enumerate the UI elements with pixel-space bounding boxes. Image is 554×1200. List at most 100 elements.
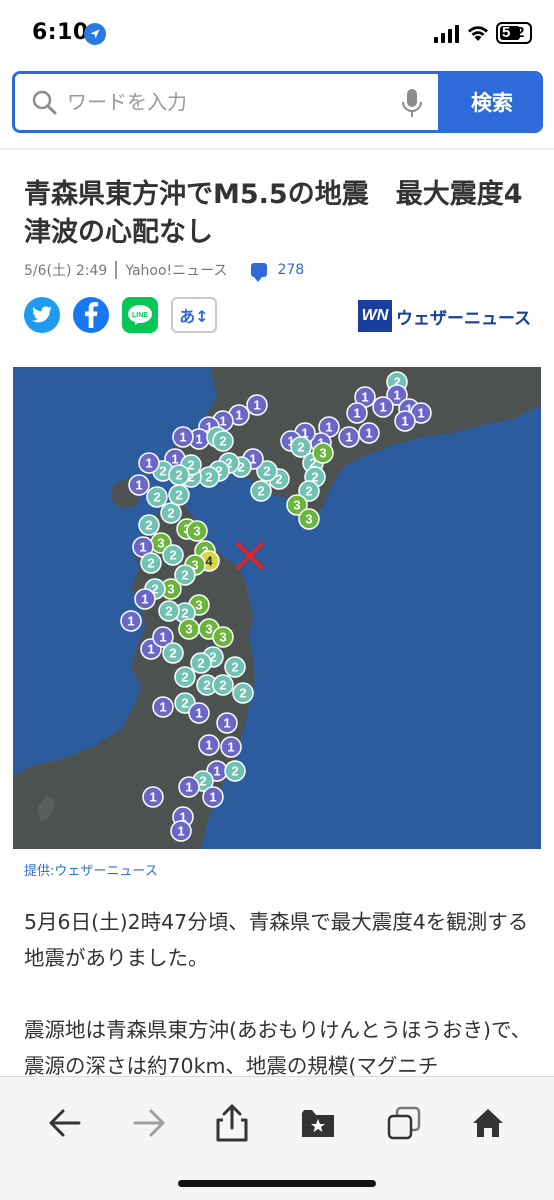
svg-text:2: 2 <box>159 464 166 479</box>
intensity-2-marker: 2 <box>138 514 160 536</box>
article-title: 青森県東方沖でM5.5の地震 最大震度4 津波の心配なし <box>24 179 550 248</box>
search-input[interactable] <box>15 74 438 130</box>
comment-icon[interactable] <box>251 263 268 282</box>
article-date: 5/6(土) 2:49 <box>24 263 108 279</box>
intensity-1-marker: 1 <box>170 820 192 842</box>
intensity-1-marker: 1 <box>216 712 238 734</box>
svg-text:2: 2 <box>263 464 270 479</box>
svg-text:3: 3 <box>185 622 192 637</box>
intensity-1-marker: 1 <box>134 588 156 610</box>
search-button[interactable]: 検索 <box>438 74 540 130</box>
svg-text:2: 2 <box>231 660 238 675</box>
svg-text:1: 1 <box>159 630 166 645</box>
share-buttons: LINE あ↕ <box>24 297 217 333</box>
svg-text:1: 1 <box>361 390 368 405</box>
svg-text:3: 3 <box>305 512 312 527</box>
svg-text:2: 2 <box>297 440 304 455</box>
svg-text:2: 2 <box>181 670 188 685</box>
intensity-2-marker: 2 <box>168 464 190 486</box>
intensity-2-marker: 2 <box>162 544 184 566</box>
svg-text:1: 1 <box>365 426 372 441</box>
svg-text:1: 1 <box>145 456 152 471</box>
svg-text:3: 3 <box>205 622 212 637</box>
svg-text:2: 2 <box>147 556 154 571</box>
home-icon[interactable] <box>466 1101 510 1145</box>
svg-text:1: 1 <box>149 790 156 805</box>
svg-text:1: 1 <box>417 406 424 421</box>
svg-text:LINE: LINE <box>132 312 148 319</box>
twitter-share-button[interactable] <box>24 297 60 333</box>
weathernews-logo-text: ウェザーニュース <box>396 308 532 329</box>
intensity-1-marker: 1 <box>358 422 380 444</box>
intensity-2-marker: 2 <box>190 652 212 674</box>
svg-text:1: 1 <box>235 408 242 423</box>
svg-text:1: 1 <box>177 824 184 839</box>
image-credit[interactable]: 提供:ウェザーニュース <box>24 860 158 879</box>
intensity-3-marker: 3 <box>178 618 200 640</box>
intensity-3-marker: 3 <box>298 508 320 530</box>
svg-text:2: 2 <box>181 606 188 621</box>
svg-text:1: 1 <box>141 592 148 607</box>
svg-text:1: 1 <box>213 764 220 779</box>
font-size-button[interactable]: あ↕ <box>171 297 217 333</box>
svg-text:2: 2 <box>199 774 206 789</box>
intensity-1-marker: 1 <box>338 426 360 448</box>
twitter-bird-icon <box>32 306 52 323</box>
svg-text:2: 2 <box>153 490 160 505</box>
bookmarks-icon[interactable] <box>296 1101 340 1145</box>
forward-arrow-icon[interactable] <box>128 1101 172 1145</box>
comment-count[interactable]: 278 <box>277 262 304 278</box>
line-share-button[interactable]: LINE <box>122 297 158 333</box>
svg-text:2: 2 <box>175 468 182 483</box>
intensity-1-marker: 1 <box>138 452 160 474</box>
svg-text:1: 1 <box>379 400 386 415</box>
home-indicator[interactable] <box>178 1180 376 1187</box>
svg-text:2: 2 <box>167 506 174 521</box>
cellular-signal-icon <box>434 25 459 43</box>
tabs-icon[interactable] <box>382 1101 426 1145</box>
intensity-2-marker: 2 <box>198 466 220 488</box>
svg-text:2: 2 <box>305 484 312 499</box>
intensity-2-marker: 2 <box>168 484 190 506</box>
svg-text:2: 2 <box>219 434 226 449</box>
svg-text:2: 2 <box>239 686 246 701</box>
svg-text:1: 1 <box>219 414 226 429</box>
intensity-1-marker: 1 <box>220 736 242 758</box>
svg-text:2: 2 <box>169 646 176 661</box>
intensity-1-marker: 1 <box>152 696 174 718</box>
svg-text:2: 2 <box>181 568 188 583</box>
wifi-icon <box>468 26 488 41</box>
status-bar: 6:10 5 2 <box>0 0 554 66</box>
svg-text:2: 2 <box>203 678 210 693</box>
article-paragraph: 5月6日(土)2時47分頃、青森県で最大震度4を観測する地震がありました。 <box>24 910 529 970</box>
microphone-icon[interactable] <box>401 88 423 118</box>
svg-text:1: 1 <box>139 540 146 555</box>
battery-level-digit1: 5 <box>502 24 511 41</box>
intensity-2-marker: 2 <box>140 552 162 574</box>
svg-text:3: 3 <box>193 524 200 539</box>
svg-text:3: 3 <box>167 582 174 597</box>
facebook-share-button[interactable] <box>73 297 109 333</box>
intensity-1-marker: 1 <box>198 734 220 756</box>
back-arrow-icon[interactable] <box>42 1101 86 1145</box>
svg-text:1: 1 <box>227 740 234 755</box>
intensity-2-marker: 2 <box>160 502 182 524</box>
svg-text:1: 1 <box>195 706 202 721</box>
svg-text:4: 4 <box>205 554 213 569</box>
intensity-1-marker: 1 <box>188 702 210 724</box>
svg-text:3: 3 <box>195 598 202 613</box>
svg-text:1: 1 <box>135 478 142 493</box>
article-source[interactable]: Yahoo!ニュース <box>125 260 227 280</box>
intensity-2-marker: 2 <box>212 674 234 696</box>
line-logo-icon: LINE <box>128 305 152 325</box>
seismic-intensity-map[interactable]: 2111111111111122322332221222211111221121… <box>13 367 541 849</box>
share-icon[interactable] <box>210 1101 254 1145</box>
weathernews-logo-mark: WN <box>358 300 392 332</box>
intensity-1-marker: 1 <box>120 610 142 632</box>
intensity-1-marker: 1 <box>128 474 150 496</box>
intensity-2-marker: 2 <box>146 486 168 508</box>
svg-text:3: 3 <box>219 630 226 645</box>
svg-text:1: 1 <box>195 432 202 447</box>
intensity-2-marker: 2 <box>250 480 272 502</box>
intensity-2-marker: 2 <box>158 600 180 622</box>
